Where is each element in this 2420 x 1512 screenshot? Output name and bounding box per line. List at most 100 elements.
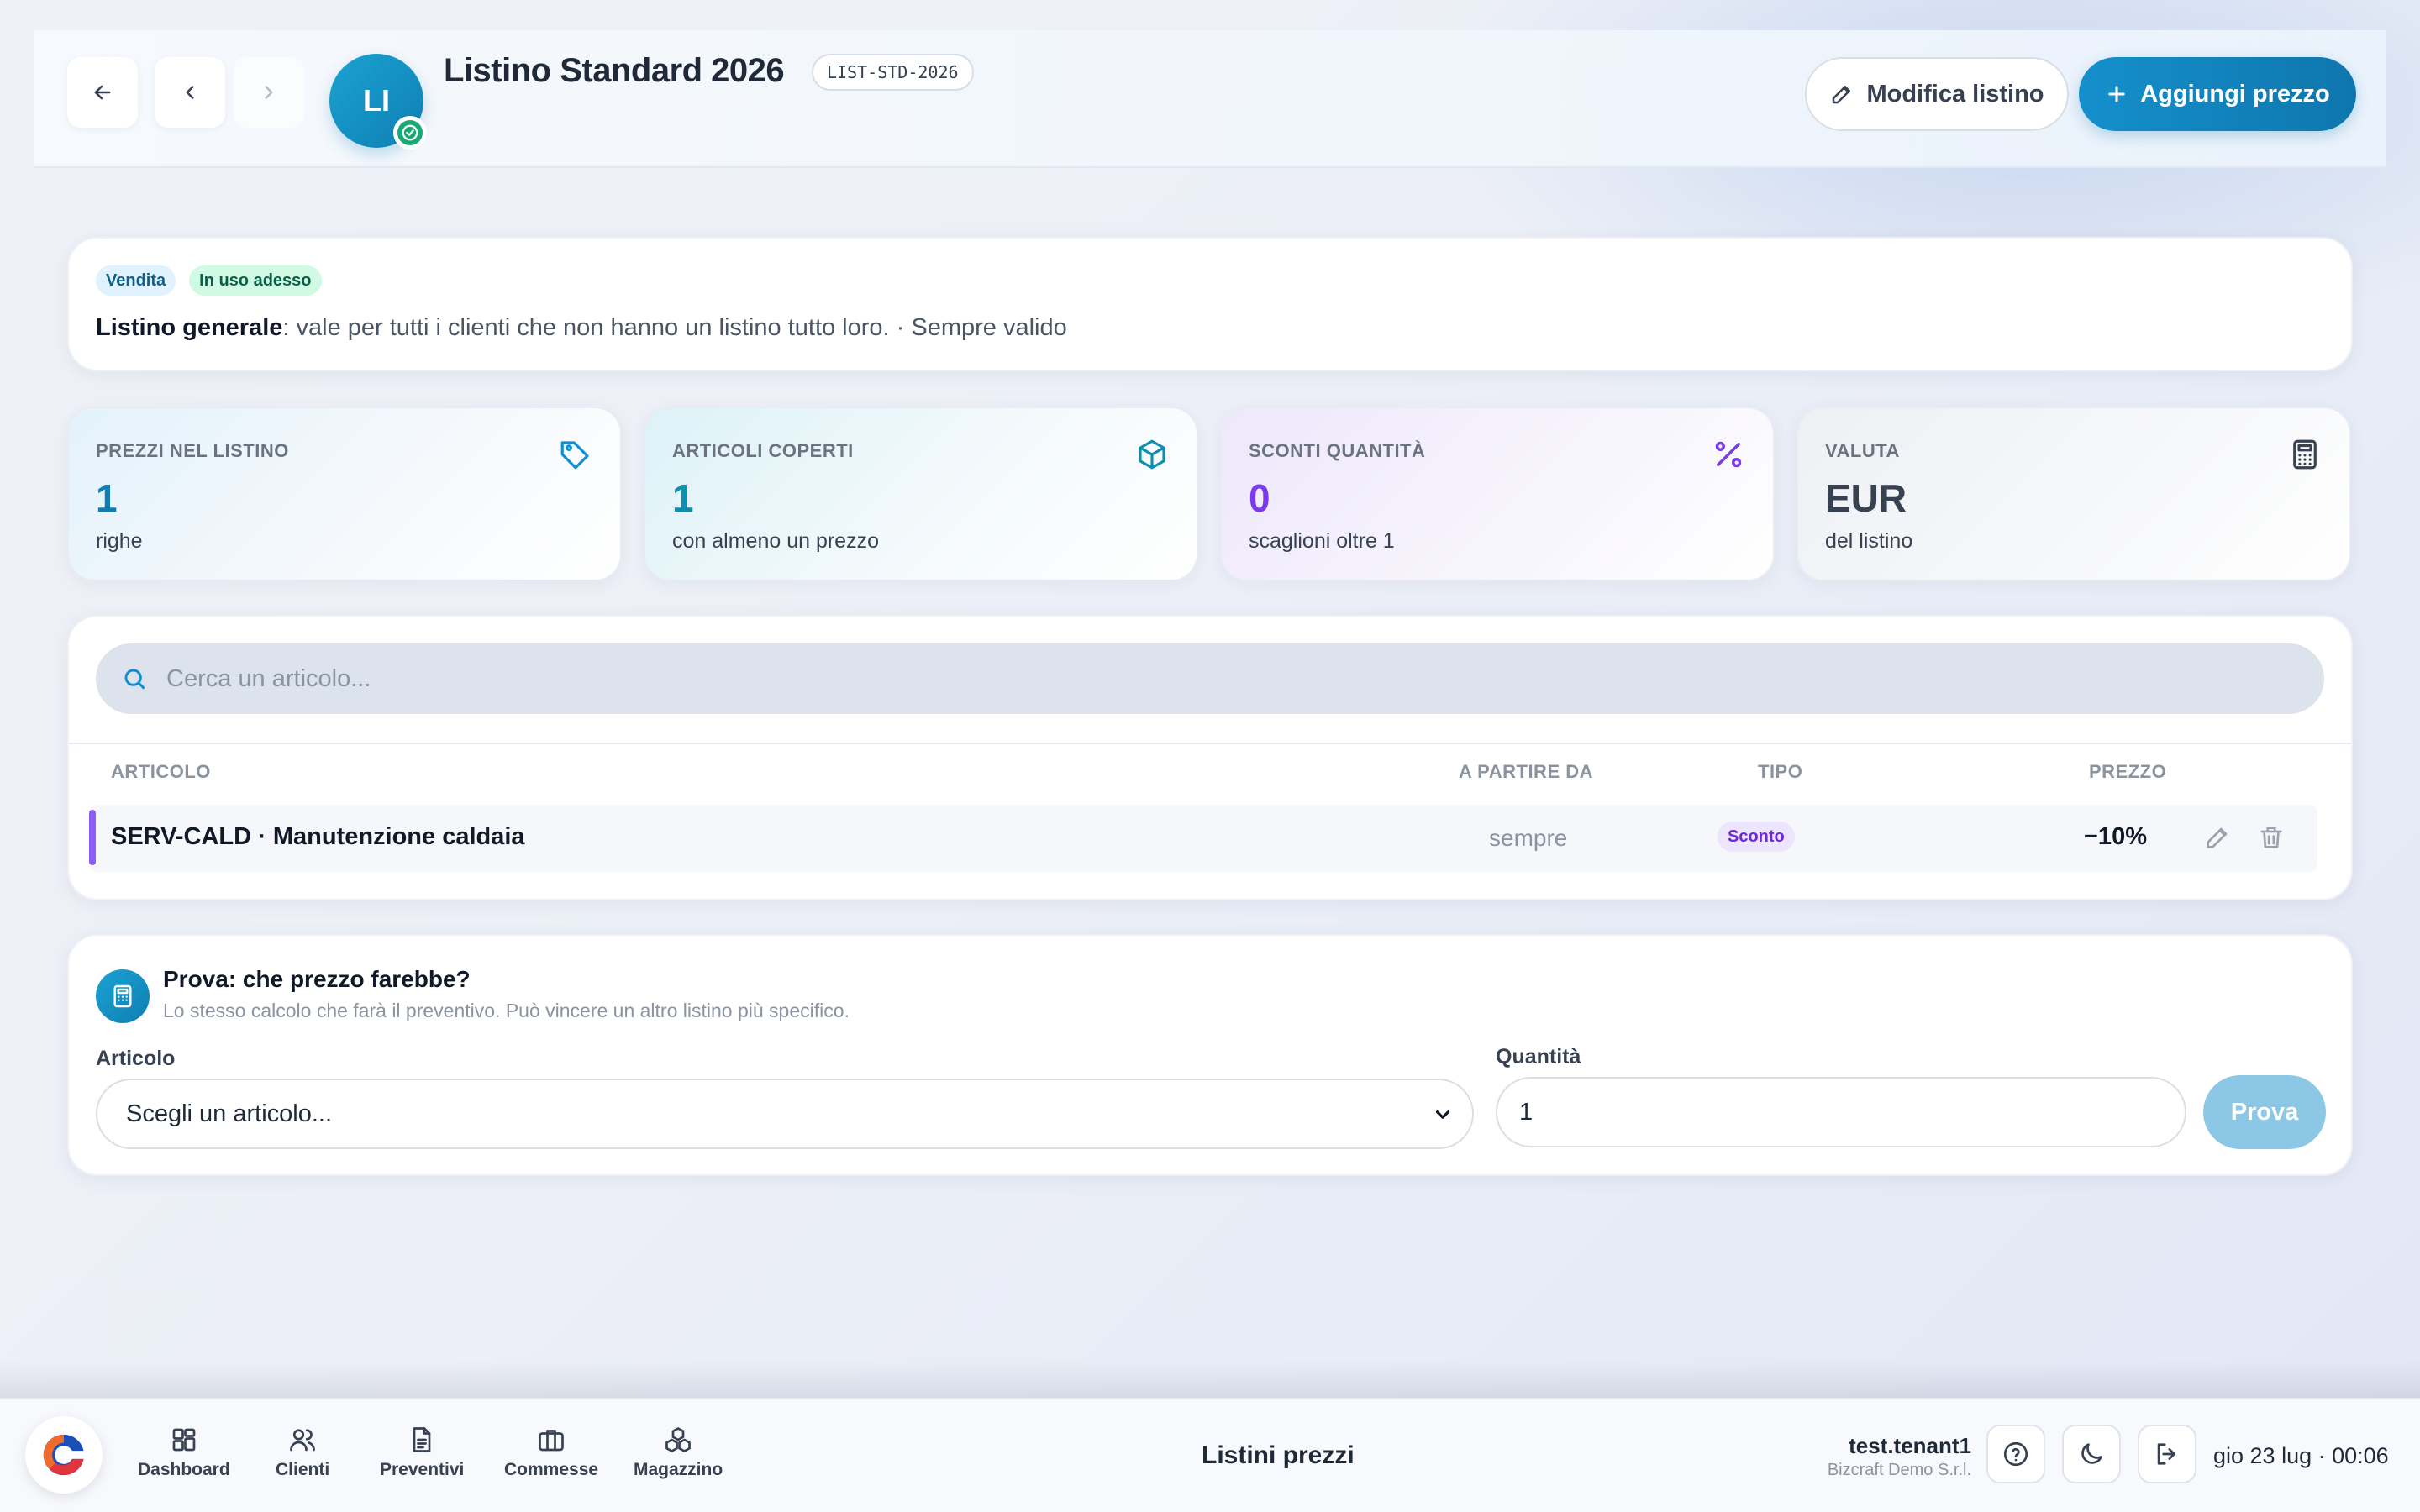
list-kind-label: Listino generale: [96, 314, 283, 341]
briefcase-icon: [539, 1430, 564, 1452]
status-badge: In uso adesso: [189, 265, 322, 296]
tag-icon: [560, 441, 589, 470]
avatar-initials: LI: [363, 83, 390, 118]
nav-label: Magazzino: [634, 1460, 723, 1479]
column-header-from: A PARTIRE DA: [1459, 761, 1593, 782]
chevron-down-icon: [1435, 1110, 1450, 1119]
users-icon: [290, 1429, 315, 1452]
quantity-value: 1: [1519, 1098, 1534, 1126]
avatar: LI: [329, 54, 427, 150]
nav-label: Clienti: [276, 1460, 330, 1479]
app-logo-icon: [43, 1434, 84, 1476]
calculator-icon: [2293, 439, 2317, 470]
article-select-value: Scegli un articolo...: [126, 1100, 333, 1127]
bottom-shadow: [0, 1361, 2420, 1399]
edit-list-button[interactable]: Modifica listino: [1805, 57, 2069, 131]
stat-label: VALUTA: [1825, 440, 1900, 461]
stat-subtext: con almeno un prezzo: [672, 529, 879, 553]
row-price: −10%: [2084, 823, 2147, 850]
article-field-label: Articolo: [96, 1047, 176, 1070]
pencil-icon: [1833, 86, 1851, 104]
stat-card-currency: VALUTA EUR del listino: [1797, 407, 2351, 581]
logout-icon: [2157, 1443, 2175, 1465]
list-description: Listino generale: vale per tutti i clien…: [96, 314, 1067, 342]
help-button[interactable]: [1986, 1425, 2045, 1483]
dashboard-icon: [172, 1428, 196, 1452]
plus-icon: [2108, 86, 2125, 102]
test-button[interactable]: Prova: [2203, 1075, 2326, 1149]
add-price-button[interactable]: Aggiungi prezzo: [2079, 57, 2356, 131]
nav-jobs[interactable]: Commesse: [504, 1425, 598, 1480]
column-header-article: ARTICOLO: [111, 761, 211, 782]
arrow-left-icon: [94, 85, 111, 100]
stat-card-prices: PREZZI NEL LISTINO 1 righe: [67, 407, 622, 581]
nav-quotes[interactable]: Preventivi: [380, 1425, 464, 1480]
stat-card-discounts: SCONTI QUANTITÀ 0 scaglioni oltre 1: [1220, 407, 1775, 581]
edit-list-label: Modifica listino: [1866, 80, 2044, 108]
price-test-card: Prova: che prezzo farebbe? Lo stesso cal…: [67, 934, 2353, 1176]
quantity-field-label: Quantità: [1496, 1045, 1581, 1068]
article-select[interactable]: Scegli un articolo...: [96, 1079, 1474, 1149]
nav-dashboard[interactable]: Dashboard: [138, 1425, 230, 1480]
logout-button[interactable]: [2138, 1425, 2196, 1483]
page-header: LI Listino Standard 2026 LIST-STD-2026 M…: [34, 30, 2386, 168]
search-input[interactable]: [166, 664, 2183, 693]
chevron-left-icon: [186, 86, 194, 99]
stat-value: 0: [1249, 476, 1270, 520]
column-header-type: TIPO: [1758, 761, 1803, 782]
table-row[interactable]: SERV-CALD · Manutenzione caldaia sempre …: [89, 805, 2317, 872]
calculator-badge: [96, 969, 150, 1023]
percent-icon: [1715, 441, 1742, 468]
stat-value: 1: [96, 476, 118, 520]
row-from: sempre: [1489, 825, 1568, 851]
delete-row-icon[interactable]: [2257, 823, 2286, 852]
calculator-icon: [113, 984, 132, 1008]
search-icon: [124, 669, 145, 690]
stat-subtext: scaglioni oltre 1: [1249, 529, 1395, 553]
next-button[interactable]: [234, 57, 304, 128]
document-icon: [413, 1427, 431, 1452]
column-header-price: PREZZO: [2089, 761, 2167, 782]
username: test.tenant1: [1849, 1433, 1971, 1458]
moon-icon: [2081, 1443, 2102, 1464]
previous-button[interactable]: [155, 57, 225, 128]
nav-label: Preventivi: [380, 1460, 465, 1479]
app-logo-button[interactable]: [25, 1416, 103, 1494]
bottom-bar: Dashboard Clienti Preventivi Commesse Ma…: [0, 1398, 2420, 1512]
stat-label: PREZZI NEL LISTINO: [96, 440, 289, 461]
boxes-icon: [666, 1427, 691, 1452]
edit-row-icon[interactable]: [2203, 823, 2232, 852]
active-badge: [393, 116, 427, 150]
page-title: Listino Standard 2026: [444, 52, 785, 89]
stat-label: SCONTI QUANTITÀ: [1249, 440, 1426, 461]
nav-warehouse[interactable]: Magazzino: [634, 1425, 723, 1480]
theme-toggle-button[interactable]: [2062, 1425, 2121, 1483]
stat-card-articles: ARTICOLI COPERTI 1 con almeno un prezzo: [644, 407, 1198, 581]
row-accent: [89, 810, 96, 865]
stat-value: EUR: [1825, 476, 1907, 520]
stat-value: 1: [672, 476, 694, 520]
stat-label: ARTICOLI COPERTI: [672, 440, 854, 461]
list-info-card: Vendita In uso adesso Listino generale: …: [67, 237, 2353, 371]
type-badge: Vendita: [96, 265, 176, 296]
row-article: SERV-CALD · Manutenzione caldaia: [111, 823, 525, 850]
nav-clients[interactable]: Clienti: [276, 1425, 329, 1480]
nav-label: Dashboard: [138, 1460, 230, 1479]
list-code-badge: LIST-STD-2026: [812, 54, 974, 91]
check-circle-icon: [402, 124, 418, 141]
search-bar: [96, 643, 2324, 714]
stat-subtext: righe: [96, 529, 143, 553]
quantity-input[interactable]: 1: [1496, 1077, 2186, 1147]
divider: [69, 743, 2351, 744]
test-title: Prova: che prezzo farebbe?: [163, 966, 471, 992]
user-info[interactable]: test.tenant1 Bizcraft Demo S.r.l.: [1828, 1433, 1971, 1480]
add-price-label: Aggiungi prezzo: [2140, 80, 2330, 108]
chevron-right-icon: [265, 86, 273, 99]
company-name: Bizcraft Demo S.r.l.: [1827, 1461, 1971, 1479]
current-page-title: Listini prezzi: [1202, 1441, 1355, 1469]
test-subtitle: Lo stesso calcolo che farà il preventivo…: [163, 1000, 850, 1021]
help-circle-icon: [2003, 1441, 2028, 1467]
list-description-text: : vale per tutti i clienti che non hanno…: [282, 314, 1067, 341]
prices-table-card: ARTICOLO A PARTIRE DA TIPO PREZZO SERV-C…: [67, 615, 2353, 900]
back-button[interactable]: [67, 57, 138, 128]
